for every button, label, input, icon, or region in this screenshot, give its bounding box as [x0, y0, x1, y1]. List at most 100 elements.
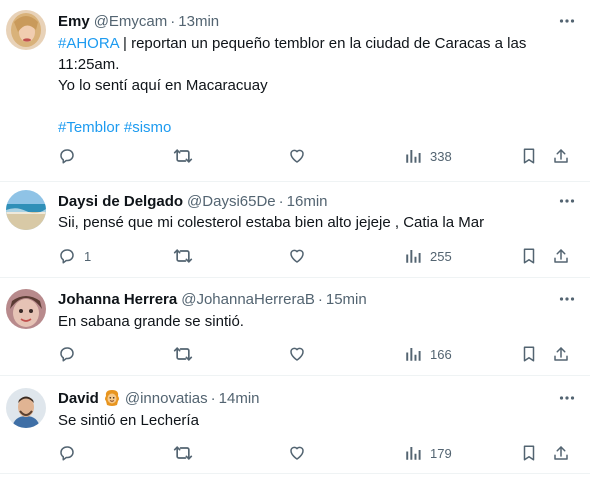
avatar[interactable] [6, 289, 46, 329]
author-name[interactable]: Johanna Herrera [58, 291, 177, 308]
share-icon [552, 247, 570, 265]
retweet-icon [173, 344, 193, 364]
timestamp[interactable]: 15min [326, 291, 367, 308]
tweet-text: En sabana grande se sintió. [58, 313, 244, 330]
more-options-icon[interactable] [556, 191, 578, 211]
reply-icon [58, 345, 76, 363]
avatar[interactable] [6, 190, 46, 230]
views-count: 338 [430, 148, 452, 164]
reply-button[interactable]: 1 [58, 246, 91, 266]
tweet-item[interactable]: David @innovatias · 14min Se sintió en L… [0, 376, 590, 474]
tweet-text: #AHORA | reportan un pequeño temblor en … [58, 33, 568, 138]
share-button[interactable] [552, 344, 570, 364]
tweet-item[interactable]: Emy @Emycam · 13min #AHORA | reportan un… [0, 0, 590, 182]
separator-dot: · [210, 389, 216, 407]
share-button[interactable] [552, 146, 570, 166]
separator-dot: · [278, 192, 284, 210]
reply-button[interactable] [58, 344, 84, 364]
share-button[interactable] [552, 246, 570, 266]
tweet-text: Sii, pensé que mi colesterol estaba bien… [58, 214, 485, 231]
bookmark-icon [520, 345, 538, 363]
more-options-icon[interactable] [556, 289, 578, 309]
views-count: 166 [430, 346, 452, 362]
tweet-actions: 1 255 [58, 246, 578, 266]
bookmark-button[interactable] [520, 246, 538, 266]
tweet-header: David @innovatias · 14min [58, 388, 260, 408]
hashtag-link[interactable]: #AHORA [58, 35, 119, 52]
retweet-icon [173, 246, 193, 266]
like-icon [288, 444, 306, 462]
like-icon [288, 147, 306, 165]
views-count: 255 [430, 248, 452, 264]
author-handle[interactable]: @Daysi65De [187, 193, 276, 210]
bookmark-button[interactable] [520, 443, 538, 463]
tweet-text: Se sintió en Lechería [58, 412, 199, 429]
views-icon [404, 345, 422, 363]
reply-icon [58, 247, 76, 265]
retweet-button[interactable] [173, 246, 201, 266]
views-count: 179 [430, 445, 452, 461]
bookmark-button[interactable] [520, 146, 538, 166]
tweet-item[interactable]: Daysi de Delgado @Daysi65De · 16min Sii,… [0, 182, 590, 278]
timestamp[interactable]: 14min [219, 390, 260, 407]
reply-button[interactable] [58, 443, 84, 463]
like-button[interactable] [288, 344, 314, 364]
share-button[interactable] [552, 443, 570, 463]
avatar[interactable] [6, 10, 46, 50]
like-button[interactable] [288, 246, 314, 266]
tweet-actions: 179 [58, 443, 578, 463]
author-name[interactable]: David [58, 390, 99, 407]
author-handle[interactable]: @Emycam [94, 13, 168, 30]
retweet-button[interactable] [173, 443, 201, 463]
bookmark-button[interactable] [520, 344, 538, 364]
author-handle[interactable]: @JohannaHerreraB [181, 291, 315, 308]
tweet-item[interactable]: Johanna Herrera @JohannaHerreraB · 15min… [0, 278, 590, 376]
like-button[interactable] [288, 443, 314, 463]
bookmark-icon [520, 147, 538, 165]
tweet-actions: 338 [58, 146, 578, 166]
timestamp[interactable]: 16min [287, 193, 328, 210]
like-button[interactable] [288, 146, 314, 166]
tweet-text-line: Yo lo sentí aquí en Macaracuay [58, 77, 268, 94]
retweet-icon [173, 146, 193, 166]
author-name[interactable]: Daysi de Delgado [58, 193, 183, 210]
emoji-badge-icon [103, 389, 121, 407]
like-icon [288, 345, 306, 363]
timestamp[interactable]: 13min [178, 13, 219, 30]
share-icon [552, 147, 570, 165]
tweet-header: Daysi de Delgado @Daysi65De · 16min [58, 191, 328, 211]
tweet-text-line: | reportan un pequeño temblor en la ciud… [118, 35, 527, 52]
bookmark-icon [520, 247, 538, 265]
tweet-header: Johanna Herrera @JohannaHerreraB · 15min [58, 289, 367, 309]
views-button[interactable]: 338 [404, 146, 452, 166]
views-icon [404, 247, 422, 265]
share-icon [552, 345, 570, 363]
author-handle[interactable]: @innovatias [125, 390, 208, 407]
share-icon [552, 444, 570, 462]
views-icon [404, 444, 422, 462]
avatar[interactable] [6, 388, 46, 428]
separator-dot: · [170, 12, 176, 30]
reply-button[interactable] [58, 146, 84, 166]
like-icon [288, 247, 306, 265]
retweet-icon [173, 443, 193, 463]
hashtag-link[interactable]: #sismo [124, 119, 172, 136]
retweet-button[interactable] [173, 146, 201, 166]
replies-count: 1 [84, 248, 92, 264]
hashtag-link[interactable]: #Temblor [58, 119, 120, 136]
tweet-text-line: 11:25am. [58, 56, 120, 73]
bookmark-icon [520, 444, 538, 462]
more-options-icon[interactable] [556, 11, 578, 31]
views-icon [404, 147, 422, 165]
views-button[interactable]: 166 [404, 344, 452, 364]
more-options-icon[interactable] [556, 388, 578, 408]
views-button[interactable]: 179 [404, 443, 452, 463]
separator-dot: · [317, 290, 323, 308]
retweet-button[interactable] [173, 344, 201, 364]
views-button[interactable]: 255 [404, 246, 452, 266]
reply-icon [58, 444, 76, 462]
author-name[interactable]: Emy [58, 13, 90, 30]
tweet-feed: Emy @Emycam · 13min #AHORA | reportan un… [0, 0, 598, 477]
tweet-actions: 166 [58, 344, 578, 364]
reply-icon [58, 147, 76, 165]
